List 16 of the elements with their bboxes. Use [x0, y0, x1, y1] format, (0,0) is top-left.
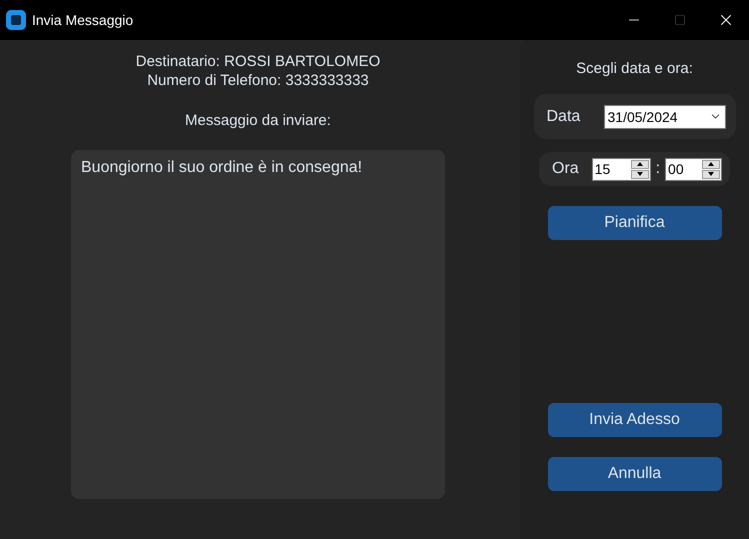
schedule-button[interactable]: Pianifica: [548, 206, 722, 240]
cancel-button[interactable]: Annulla: [548, 457, 722, 491]
recipient-label: Destinatario: ROSSI BARTOLOMEO: [136, 52, 380, 71]
window-title: Invia Messaggio: [32, 12, 134, 28]
send-now-button[interactable]: Invia Adesso: [548, 403, 722, 437]
message-label: Messaggio da inviare:: [185, 111, 331, 130]
hour-field[interactable]: 15: [592, 158, 651, 180]
date-label: Data: [546, 108, 580, 126]
phone-label: Numero di Telefono: 3333333333: [147, 71, 369, 90]
app-icon: [6, 10, 26, 30]
time-label: Ora: [552, 160, 579, 178]
schedule-heading: Scegli data e ora:: [576, 59, 693, 78]
time-separator: :: [656, 160, 660, 178]
date-field[interactable]: 31/05/2024: [604, 104, 726, 128]
minute-field[interactable]: 00: [665, 158, 722, 180]
message-field[interactable]: Buongiorno il suo ordine è in consegna!: [71, 150, 445, 499]
